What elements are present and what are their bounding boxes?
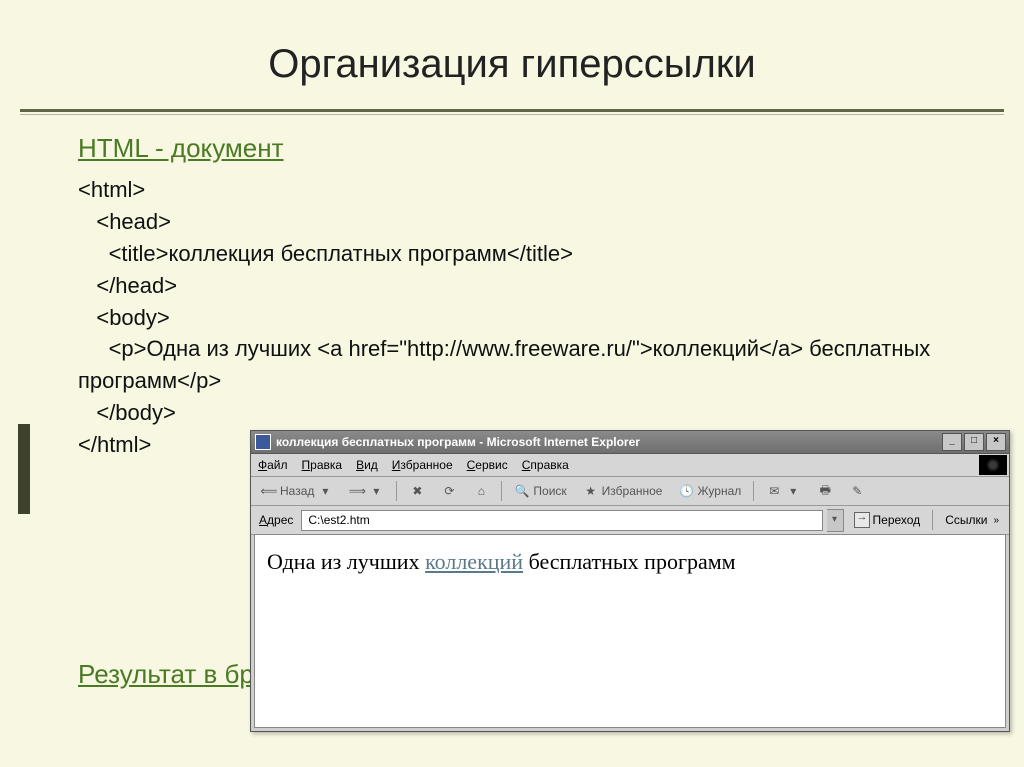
history-button[interactable]: 🕓 Журнал — [672, 480, 747, 502]
mail-icon: ✉ — [766, 483, 782, 499]
forward-arrow-icon: ⟹ — [349, 483, 365, 499]
search-button[interactable]: 🔍 Поиск — [508, 480, 572, 502]
search-label: Поиск — [533, 484, 566, 498]
home-icon: ⌂ — [473, 483, 489, 499]
menu-tools-u: С — [467, 458, 476, 472]
close-button[interactable]: × — [986, 433, 1006, 451]
ie-icon — [255, 434, 271, 450]
go-label: Переход — [873, 513, 921, 527]
page-text-after: бесплатных программ — [523, 549, 736, 574]
menu-tools[interactable]: Сервис — [460, 458, 515, 472]
refresh-button[interactable]: ⟳ — [435, 480, 463, 502]
favorites-button[interactable]: ★ Избранное — [577, 480, 669, 502]
decorative-bar — [18, 424, 30, 514]
favorites-label: Избранное — [602, 484, 663, 498]
forward-button[interactable]: ⟹ ▾ — [343, 480, 390, 502]
divider-main — [20, 109, 1004, 112]
links-label: Ссылки — [945, 513, 987, 527]
page-viewport: Одна из лучших коллекций бесплатных прог… — [254, 534, 1006, 728]
address-dropdown[interactable]: ▾ — [827, 509, 844, 532]
history-label: Журнал — [697, 484, 741, 498]
go-icon — [854, 512, 870, 528]
search-icon: 🔍 — [514, 483, 530, 499]
page-text-before: Одна из лучших — [267, 549, 425, 574]
print-button[interactable]: 🖶 — [811, 480, 839, 502]
titlebar: коллекция бесплатных программ - Microsof… — [251, 431, 1009, 454]
menu-view-rest: ид — [364, 458, 378, 472]
dropdown-icon: ▾ — [317, 483, 333, 499]
toolbar-sep — [753, 481, 754, 501]
menubar: Файл Правка Вид Избранное Сервис Справка — [251, 454, 1009, 477]
html-doc-label: HTML - документ — [78, 133, 1004, 164]
print-icon: 🖶 — [817, 483, 833, 499]
page-link[interactable]: коллекций — [425, 549, 523, 574]
maximize-button[interactable]: □ — [964, 433, 984, 451]
edit-icon: ✎ — [849, 483, 865, 499]
home-button[interactable]: ⌂ — [467, 480, 495, 502]
links-button[interactable]: Ссылки » — [939, 513, 1005, 527]
back-arrow-icon: ⟸ — [261, 483, 277, 499]
address-input[interactable]: C:\est2.htm — [301, 510, 822, 531]
window-title: коллекция бесплатных программ - Microsof… — [276, 431, 942, 453]
toolbar-sep — [396, 481, 397, 501]
toolbar-sep — [501, 481, 502, 501]
menu-file-u: Ф — [258, 458, 267, 472]
code-block: <html> <head> <title>коллекция бесплатны… — [78, 174, 1004, 461]
dropdown-icon: ▾ — [785, 483, 801, 499]
edit-button[interactable]: ✎ — [843, 480, 871, 502]
browser-window: коллекция бесплатных программ - Microsof… — [250, 430, 1010, 732]
address-label: Адрес — [255, 513, 297, 527]
menu-edit-rest: равка — [310, 458, 342, 472]
refresh-icon: ⟳ — [441, 483, 457, 499]
stop-icon: ✖ — [409, 483, 425, 499]
chevron-right-icon: » — [993, 515, 999, 526]
menu-help-rest: правка — [530, 458, 568, 472]
back-button[interactable]: ⟸ Назад ▾ — [255, 480, 339, 502]
menu-edit[interactable]: Правка — [295, 458, 350, 472]
dropdown-icon: ▾ — [368, 483, 384, 499]
menu-file-rest: айл — [267, 458, 287, 472]
addressbar: Адрес C:\est2.htm ▾ Переход Ссылки » — [251, 506, 1009, 535]
clock-icon: 🕓 — [678, 483, 694, 499]
menu-edit-u: П — [302, 458, 311, 472]
slide-title: Организация гиперссылки — [0, 0, 1024, 109]
menu-tools-rest: ервис — [475, 458, 507, 472]
back-label: Назад — [280, 484, 314, 498]
stop-button[interactable]: ✖ — [403, 480, 431, 502]
menu-help[interactable]: Справка — [515, 458, 576, 472]
minimize-button[interactable]: _ — [942, 433, 962, 451]
addr-sep — [932, 510, 933, 530]
menu-fav-rest: збранное — [400, 458, 452, 472]
mail-button[interactable]: ✉▾ — [760, 480, 807, 502]
throbber-icon — [979, 455, 1007, 475]
go-button[interactable]: Переход — [848, 512, 927, 528]
star-icon: ★ — [583, 483, 599, 499]
menu-view-u: В — [356, 458, 364, 472]
menu-favorites[interactable]: Избранное — [385, 458, 460, 472]
menu-file[interactable]: Файл — [251, 458, 295, 472]
menu-view[interactable]: Вид — [349, 458, 385, 472]
toolbar: ⟸ Назад ▾ ⟹ ▾ ✖ ⟳ ⌂ 🔍 Поиск ★ Избранное — [251, 477, 1009, 506]
